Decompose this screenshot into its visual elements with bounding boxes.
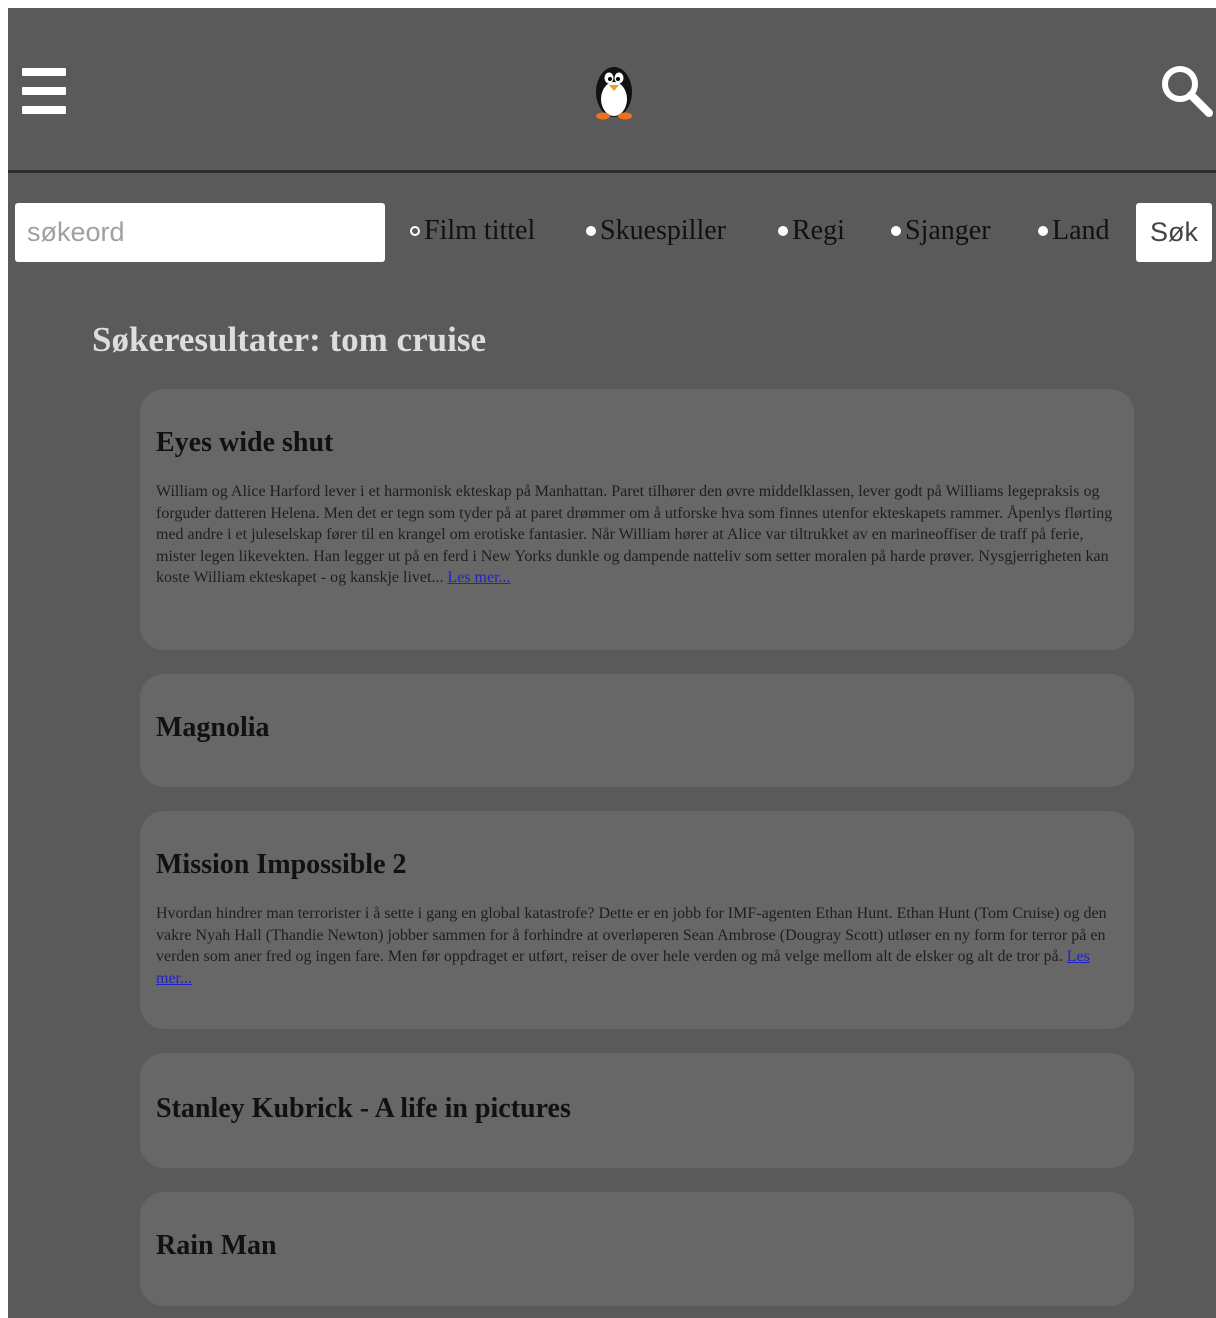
result-title[interactable]: Rain Man (156, 1230, 1118, 1262)
radio-dot-land[interactable] (1038, 226, 1048, 236)
radio-dot-regi[interactable] (778, 226, 788, 236)
radio-regi[interactable]: Regi (778, 211, 845, 251)
search-submit-button[interactable]: Søk (1136, 203, 1212, 262)
result-card[interactable]: Mission Impossible 2 Hvordan hindrer man… (140, 811, 1134, 1029)
radio-label-regi: Regi (792, 215, 845, 246)
radio-label-sjanger: Sjanger (905, 215, 991, 246)
result-card[interactable]: Stanley Kubrick - A life in pictures (140, 1053, 1134, 1168)
result-card[interactable]: Rain Man (140, 1192, 1134, 1306)
result-description-text: Hvordan hindrer man terrorister i å sett… (156, 905, 1107, 965)
radio-dot-skuespiller[interactable] (586, 226, 596, 236)
results-heading: Søkeresultater: tom cruise (92, 320, 486, 359)
result-title[interactable]: Eyes wide shut (156, 427, 1118, 459)
result-description: William og Alice Harford lever i et harm… (156, 481, 1118, 589)
radio-label-skuespiller: Skuespiller (600, 215, 726, 246)
read-more-link[interactable]: Les mer... (447, 569, 510, 586)
hamburger-menu-icon[interactable] (22, 68, 66, 114)
result-title[interactable]: Mission Impossible 2 (156, 849, 1118, 881)
page-frame: Film tittel Skuespiller Regi Sjanger Lan… (8, 8, 1216, 1318)
penguin-logo-icon[interactable] (592, 58, 636, 120)
radio-sjanger[interactable]: Sjanger (891, 211, 991, 251)
magnifier-icon[interactable] (1158, 62, 1214, 118)
result-description-text: William og Alice Harford lever i et harm… (156, 483, 1113, 586)
result-card[interactable]: Magnolia (140, 674, 1134, 787)
radio-skuespiller[interactable]: Skuespiller (586, 211, 726, 251)
result-title[interactable]: Magnolia (156, 712, 1118, 744)
result-title[interactable]: Stanley Kubrick - A life in pictures (156, 1093, 1118, 1125)
radio-dot-sjanger[interactable] (891, 226, 901, 236)
top-bar (8, 8, 1216, 173)
result-description: Hvordan hindrer man terrorister i å sett… (156, 903, 1118, 989)
radio-label-land: Land (1052, 215, 1110, 246)
radio-label-film-tittel: Film tittel (424, 215, 536, 246)
keyword-search-input[interactable] (15, 203, 385, 262)
radio-dot-film-tittel[interactable] (410, 226, 420, 236)
result-card[interactable]: Eyes wide shut William og Alice Harford … (140, 389, 1134, 650)
radio-land[interactable]: Land (1038, 211, 1110, 251)
radio-film-tittel[interactable]: Film tittel (410, 211, 535, 251)
search-bar: Film tittel Skuespiller Regi Sjanger Lan… (8, 203, 1216, 265)
